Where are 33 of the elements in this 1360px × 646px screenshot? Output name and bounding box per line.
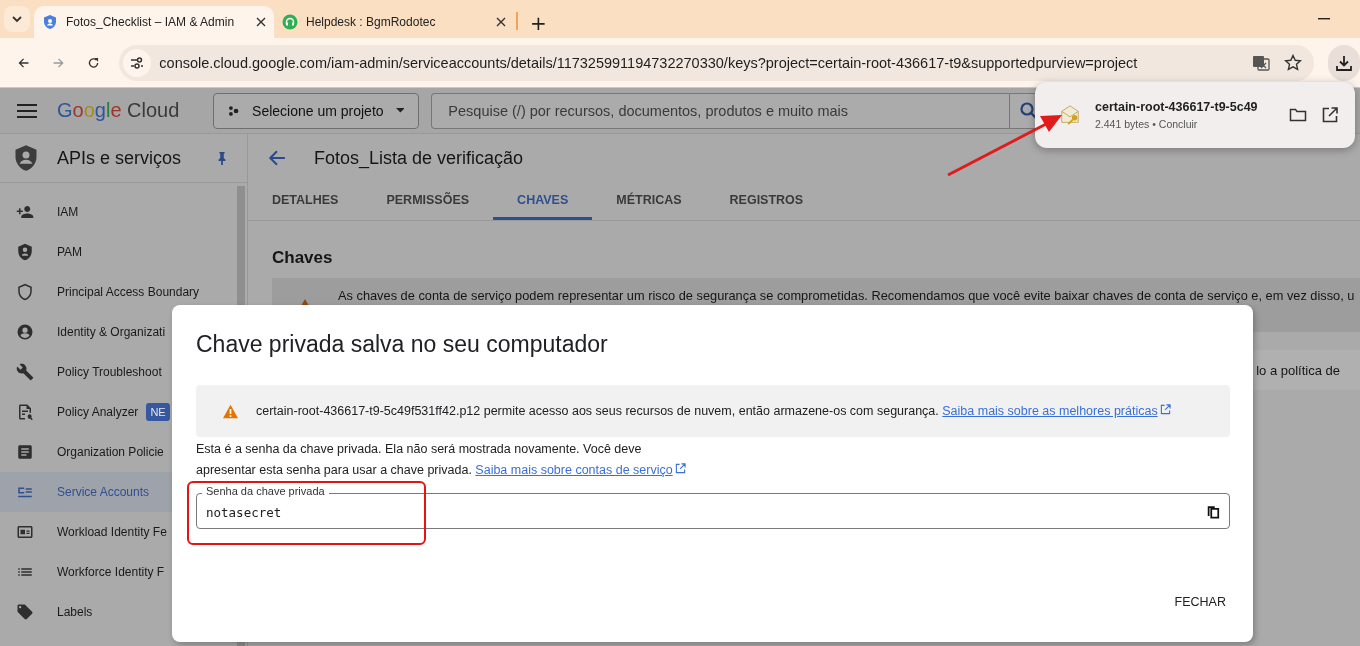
google-cloud-logo[interactable]: Google Cloud xyxy=(57,99,180,122)
page-tab[interactable]: REGISTROS xyxy=(705,182,828,220)
warning-text: certain-root-436617-t9-5c49f531ff42.p12 permite acesso aos seus recursos de nuvem, então armazene-os com segurança. Saiba mais sobre as melhores práticas xyxy=(256,404,1171,418)
service-accounts-link[interactable]: Saiba mais sobre contas de serviço xyxy=(475,463,686,477)
address-bar[interactable]: console.cloud.google.com/iam-admin/serviceaccounts/details/117325991194732270330/keys?project=certain-root-436617-t9&supportedpurview=project xyxy=(119,44,1315,81)
sidebar-item[interactable]: Workforce Identity F xyxy=(0,552,247,592)
browser-tab[interactable]: Helpdesk : BgmRodotec xyxy=(274,6,514,38)
page-tab[interactable]: PERMISSÕES xyxy=(362,182,494,220)
banner-text: As chaves de conta de serviço podem representar um risco de segurança se comprometidas. Recomendamos que você evite baixar chaves de conta de serviço e, em vez disso, u xyxy=(338,288,1355,303)
best-practices-link[interactable]: Saiba mais sobre as melhores práticas xyxy=(942,404,1171,418)
search-field[interactable]: Pesquise (/) por recursos, documentos, produtos e muito mais xyxy=(431,92,1010,129)
project-picker[interactable]: Selecione um projeto xyxy=(213,92,420,129)
page-tab[interactable]: DETALHES xyxy=(248,182,363,220)
new-badge: NE xyxy=(146,403,170,421)
file-name[interactable]: certain-root-436617-t9-5c49 xyxy=(1095,100,1275,114)
sidebar-item[interactable]: Labels xyxy=(0,592,247,632)
sidebar-item[interactable]: Principal Access Boundary xyxy=(0,272,247,312)
banner-text: lo a política de xyxy=(1256,362,1340,378)
sidebar-title: APIs e serviços xyxy=(57,147,182,169)
page-title: Fotos_Lista de verificação xyxy=(314,147,524,169)
tab-title: Fotos_Checklist – IAM & Admin xyxy=(66,15,236,29)
url-text: console.cloud.google.com/iam-admin/serviceaccounts/details/117325991194732270330/keys?project=certain-root-436617-t9&supportedpurview=project xyxy=(159,54,1138,71)
page-tab[interactable]: MÉTRICAS xyxy=(592,182,706,220)
sidebar-item[interactable]: PAM xyxy=(0,232,247,272)
close-button[interactable]: FECHAR xyxy=(1170,587,1230,617)
section-heading: Chaves xyxy=(271,247,334,269)
field-label: Senha da chave privada xyxy=(202,485,329,497)
browser-tab[interactable]: Fotos_Checklist – IAM & Admin xyxy=(34,6,274,38)
sidebar-item[interactable]: IAM xyxy=(0,192,247,232)
new-tab-button[interactable]: + xyxy=(524,8,553,38)
sidebar-item[interactable]: Policy Analyzer NE xyxy=(0,392,247,432)
tab-title: Helpdesk : BgmRodotec xyxy=(306,15,437,29)
download-status: 2.441 bytes • Concluir xyxy=(1095,118,1199,130)
